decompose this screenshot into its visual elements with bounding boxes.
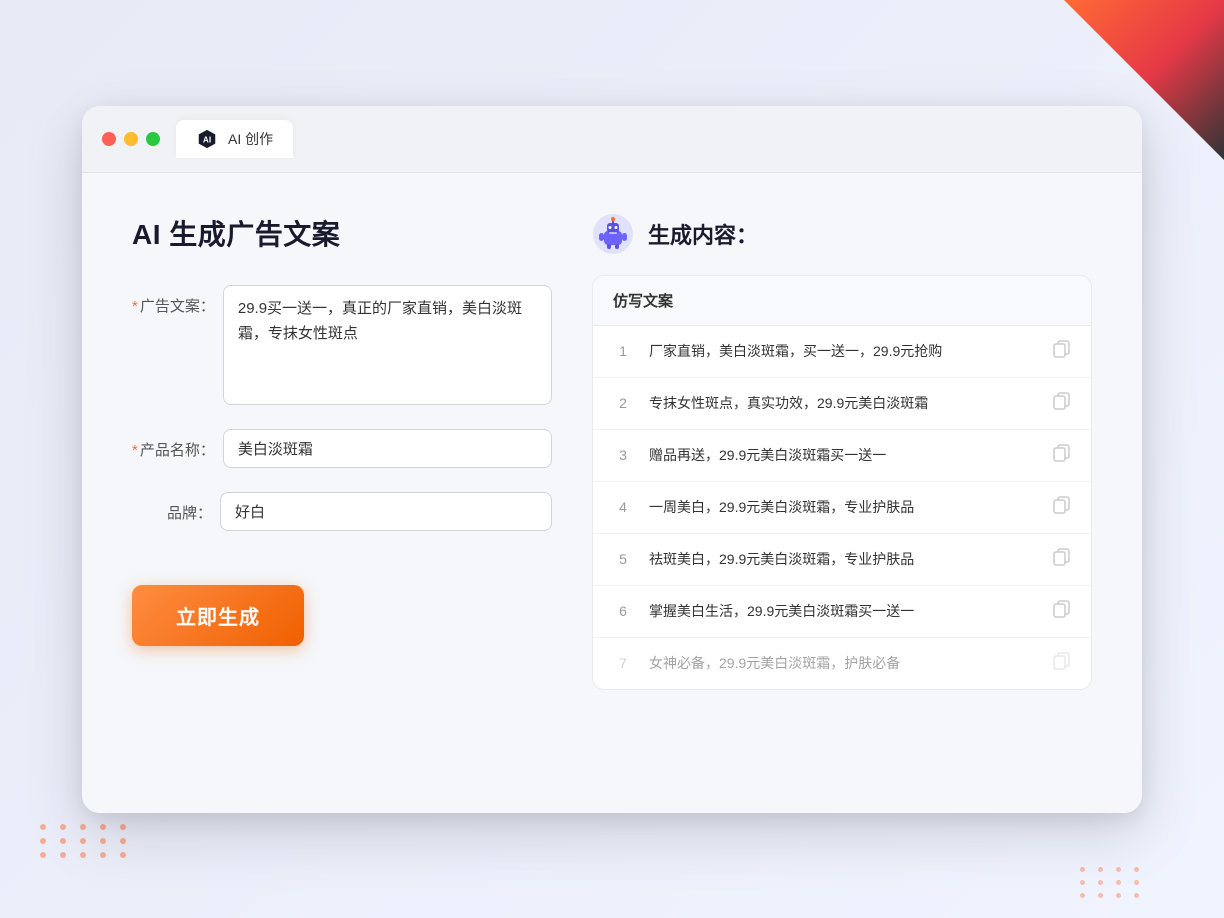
row-number: 5 bbox=[613, 551, 633, 567]
brand-row: 品牌： bbox=[132, 492, 552, 531]
copy-icon[interactable] bbox=[1053, 496, 1071, 519]
row-text: 厂家直销，美白淡斑霜，买一送一，29.9元抢购 bbox=[649, 341, 1037, 362]
required-mark-product: * bbox=[132, 442, 138, 459]
copy-icon[interactable] bbox=[1053, 340, 1071, 363]
table-header: 仿写文案 bbox=[593, 276, 1091, 326]
title-bar: AI AI 创作 bbox=[82, 106, 1142, 173]
required-mark-ad: * bbox=[132, 298, 138, 315]
brand-label: 品牌： bbox=[132, 492, 212, 523]
row-text: 祛斑美白，29.9元美白淡斑霜，专业护肤品 bbox=[649, 549, 1037, 570]
product-name-input[interactable] bbox=[223, 429, 552, 468]
row-number: 4 bbox=[613, 499, 633, 515]
left-panel: AI 生成广告文案 *广告文案： 29.9买一送一，真正的厂家直销，美白淡斑霜，… bbox=[132, 213, 552, 773]
ad-copy-label: *广告文案： bbox=[132, 285, 215, 316]
row-text: 女神必备，29.9元美白淡斑霜，护肤必备 bbox=[649, 653, 1037, 674]
ad-copy-row: *广告文案： 29.9买一送一，真正的厂家直销，美白淡斑霜，专抹女性斑点 bbox=[132, 285, 552, 405]
browser-window: AI AI 创作 AI 生成广告文案 *广告文案： 29.9买一送一，真正的厂家… bbox=[82, 106, 1142, 813]
result-table: 仿写文案 1 厂家直销，美白淡斑霜，买一送一，29.9元抢购 2 专抹女性斑点，真实… bbox=[592, 275, 1092, 690]
table-row: 2 专抹女性斑点，真实功效，29.9元美白淡斑霜 bbox=[593, 378, 1091, 430]
active-tab[interactable]: AI AI 创作 bbox=[176, 120, 293, 158]
row-number: 7 bbox=[613, 655, 633, 671]
table-row: 4 一周美白，29.9元美白淡斑霜，专业护肤品 bbox=[593, 482, 1091, 534]
table-header-text: 仿写文案 bbox=[613, 293, 673, 310]
result-header: 生成内容： bbox=[592, 213, 1092, 255]
row-text: 专抹女性斑点，真实功效，29.9元美白淡斑霜 bbox=[649, 393, 1037, 414]
row-number: 3 bbox=[613, 447, 633, 463]
ai-tab-icon: AI bbox=[196, 128, 218, 150]
copy-icon[interactable] bbox=[1053, 652, 1071, 675]
copy-icon[interactable] bbox=[1053, 392, 1071, 415]
maximize-button[interactable] bbox=[146, 132, 160, 146]
row-text: 一周美白，29.9元美白淡斑霜，专业护肤品 bbox=[649, 497, 1037, 518]
brand-input[interactable] bbox=[220, 492, 552, 531]
decorative-dots-bl bbox=[40, 824, 132, 858]
row-text: 赠品再送，29.9元美白淡斑霜买一送一 bbox=[649, 445, 1037, 466]
minimize-button[interactable] bbox=[124, 132, 138, 146]
table-row: 5 祛斑美白，29.9元美白淡斑霜，专业护肤品 bbox=[593, 534, 1091, 586]
result-rows-container: 1 厂家直销，美白淡斑霜，买一送一，29.9元抢购 2 专抹女性斑点，真实功效，29… bbox=[593, 326, 1091, 689]
ad-copy-input[interactable]: 29.9买一送一，真正的厂家直销，美白淡斑霜，专抹女性斑点 bbox=[223, 285, 552, 405]
robot-icon bbox=[592, 213, 634, 255]
generate-button[interactable]: 立即生成 bbox=[132, 585, 304, 646]
table-row: 6 掌握美白生活，29.9元美白淡斑霜买一送一 bbox=[593, 586, 1091, 638]
tab-label: AI 创作 bbox=[228, 129, 273, 149]
decorative-dots-br bbox=[1080, 867, 1144, 898]
row-number: 1 bbox=[613, 343, 633, 359]
table-row: 1 厂家直销，美白淡斑霜，买一送一，29.9元抢购 bbox=[593, 326, 1091, 378]
right-panel: 生成内容： 仿写文案 1 厂家直销，美白淡斑霜，买一送一，29.9元抢购 2 专抹女… bbox=[592, 213, 1092, 773]
copy-icon[interactable] bbox=[1053, 600, 1071, 623]
row-number: 2 bbox=[613, 395, 633, 411]
close-button[interactable] bbox=[102, 132, 116, 146]
copy-icon[interactable] bbox=[1053, 548, 1071, 571]
table-row: 7 女神必备，29.9元美白淡斑霜，护肤必备 bbox=[593, 638, 1091, 689]
row-text: 掌握美白生活，29.9元美白淡斑霜买一送一 bbox=[649, 601, 1037, 622]
copy-icon[interactable] bbox=[1053, 444, 1071, 467]
traffic-lights bbox=[102, 132, 160, 146]
table-row: 3 赠品再送，29.9元美白淡斑霜买一送一 bbox=[593, 430, 1091, 482]
svg-text:AI: AI bbox=[203, 135, 211, 144]
product-name-row: *产品名称： bbox=[132, 429, 552, 468]
product-name-label: *产品名称： bbox=[132, 429, 215, 460]
result-title: 生成内容： bbox=[648, 218, 758, 250]
main-content: AI 生成广告文案 *广告文案： 29.9买一送一，真正的厂家直销，美白淡斑霜，… bbox=[82, 173, 1142, 813]
page-title: AI 生成广告文案 bbox=[132, 213, 552, 253]
row-number: 6 bbox=[613, 603, 633, 619]
